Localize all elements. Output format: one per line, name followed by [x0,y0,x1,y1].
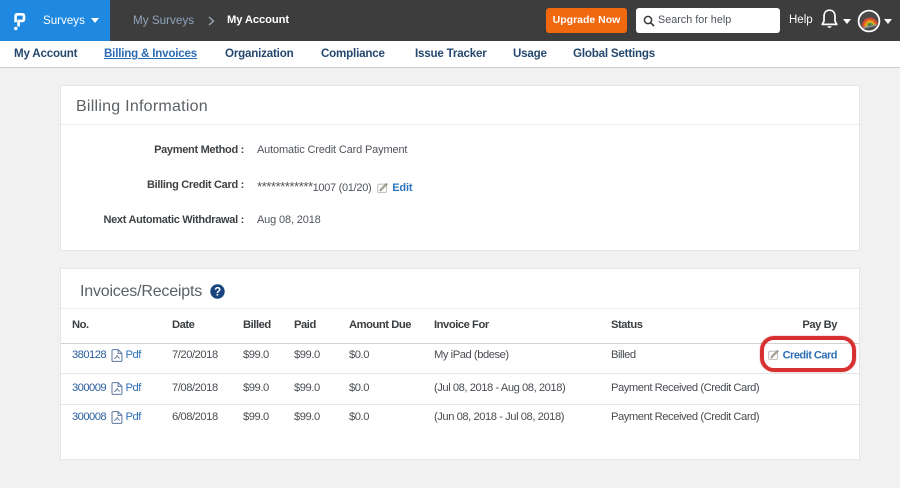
svg-text:?: ? [214,286,221,298]
